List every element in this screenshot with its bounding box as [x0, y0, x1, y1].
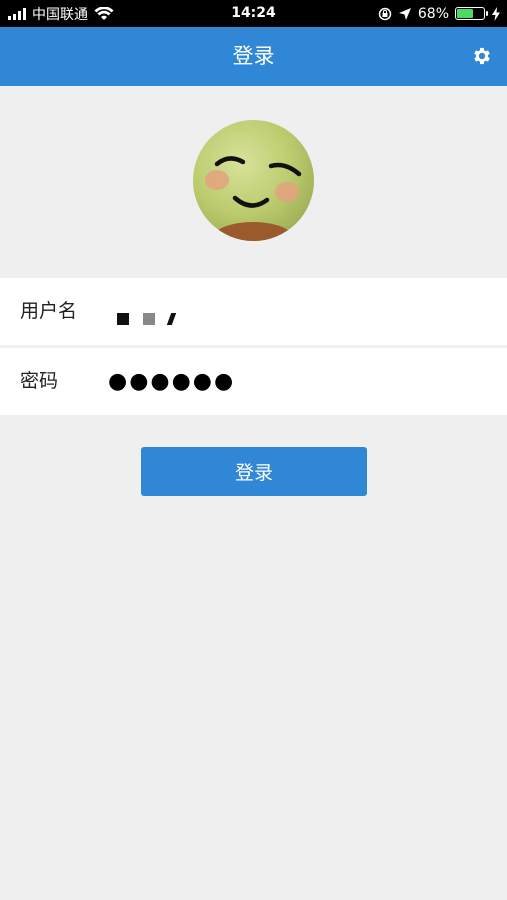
password-label: 密码	[20, 370, 59, 392]
rotation-lock-icon	[378, 7, 392, 20]
username-row: 用户名	[0, 278, 507, 347]
charging-bolt-icon	[492, 6, 500, 21]
password-row: 密码	[0, 348, 507, 417]
status-right: 68%	[378, 0, 501, 27]
battery-level	[457, 9, 473, 18]
username-redacted-value	[117, 313, 177, 325]
status-bar: 中国联通 14:24 68%	[0, 0, 507, 27]
page-title: 登录	[232, 44, 275, 68]
login-button[interactable]: 登录	[141, 447, 367, 496]
location-arrow-icon	[398, 7, 411, 20]
battery-icon	[455, 7, 488, 20]
password-masked-value: ●●●●●●	[108, 369, 236, 394]
avatar[interactable]	[193, 120, 314, 241]
smiling-face-avatar-icon	[193, 120, 314, 241]
gear-icon[interactable]	[471, 45, 493, 67]
nav-bar: 登录	[0, 27, 507, 86]
battery-percent: 68%	[417, 5, 449, 22]
username-label: 用户名	[20, 300, 78, 322]
